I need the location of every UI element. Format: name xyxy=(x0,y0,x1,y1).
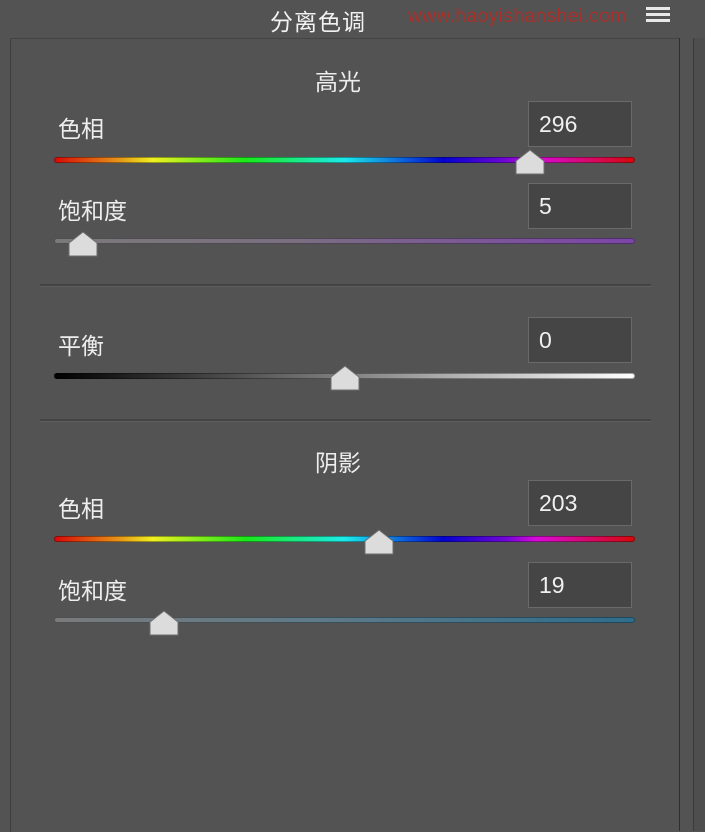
highlight-hue-slider[interactable] xyxy=(54,157,635,163)
shadow-hue-slider[interactable] xyxy=(54,536,635,542)
shadow-saturation-label: 饱和度 xyxy=(58,579,127,605)
shadow-hue-thumb[interactable] xyxy=(363,529,395,555)
highlight-saturation-label: 饱和度 xyxy=(58,199,127,225)
watermark-text: www.haoyishanshei.com xyxy=(408,6,627,27)
shadows-title: 阴影 xyxy=(315,451,361,477)
shadow-saturation-thumb[interactable] xyxy=(148,610,180,636)
shadow-saturation-slider[interactable] xyxy=(54,617,635,623)
highlight-saturation-thumb[interactable] xyxy=(67,231,99,257)
panel-title: 分离色调 xyxy=(270,10,366,36)
panel-scroll-gutter[interactable] xyxy=(693,0,705,831)
balance-thumb[interactable] xyxy=(329,365,361,391)
section-divider xyxy=(40,419,651,422)
highlights-title: 高光 xyxy=(315,70,361,96)
shadow-saturation-field[interactable]: 19 xyxy=(528,562,632,608)
shadow-hue-label: 色相 xyxy=(58,497,104,523)
highlight-saturation-field[interactable]: 5 xyxy=(528,183,632,229)
shadow-hue-field[interactable]: 203 xyxy=(528,480,632,526)
balance-field[interactable]: 0 xyxy=(528,317,632,363)
highlight-hue-field[interactable]: 296 xyxy=(528,101,632,147)
panel-menu-icon[interactable] xyxy=(646,7,670,25)
section-divider xyxy=(40,284,651,287)
balance-label: 平衡 xyxy=(58,334,104,360)
highlight-hue-label: 色相 xyxy=(58,117,104,143)
panel-header: 分离色调 www.haoyishanshei.com xyxy=(0,0,705,38)
highlight-hue-thumb[interactable] xyxy=(514,149,546,175)
highlight-saturation-slider[interactable] xyxy=(54,238,635,244)
